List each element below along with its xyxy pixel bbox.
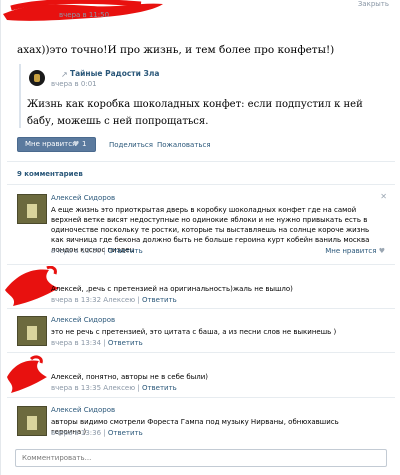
repost-avatar[interactable] bbox=[29, 70, 45, 86]
divider bbox=[7, 308, 395, 309]
reply-link[interactable]: Ответить bbox=[142, 384, 177, 392]
divider bbox=[7, 184, 395, 185]
comment-input[interactable]: Комментировать... bbox=[15, 449, 387, 467]
red-scribble-mark bbox=[7, 355, 47, 393]
reply-link[interactable]: Ответить bbox=[108, 339, 143, 347]
comment-meta: вчера в 13:36 | Ответить bbox=[51, 429, 143, 437]
post-header: вчера в 11:50 Закрыть bbox=[1, 0, 400, 24]
reply-link[interactable]: Ответить bbox=[108, 247, 143, 255]
report-link[interactable]: Пожаловаться bbox=[157, 141, 211, 149]
comment-meta: вчера в 13:32 Алексею | Ответить bbox=[51, 296, 177, 304]
close-icon[interactable]: ✕ bbox=[380, 192, 387, 201]
comment-meta: вчера в 13:34 | Ответить bbox=[51, 339, 143, 347]
divider bbox=[7, 161, 395, 162]
comment-author[interactable]: Алексей Сидоров bbox=[51, 194, 115, 202]
avatar[interactable] bbox=[17, 194, 47, 224]
repost-date[interactable]: вчера в 0:01 bbox=[51, 80, 97, 88]
comment-time[interactable]: вчера в 13:36 bbox=[51, 429, 101, 437]
divider bbox=[7, 264, 395, 265]
divider bbox=[7, 397, 395, 398]
comment-like-button[interactable]: Мне нравится ♥ bbox=[325, 247, 385, 255]
comment-time[interactable]: вчера в 13:34 bbox=[51, 339, 101, 347]
comment-text: это не речь с претензией, это цитата с б… bbox=[51, 328, 337, 336]
like-button[interactable]: Мне нравится ♥ 1 bbox=[17, 137, 96, 152]
heart-icon: ♥ bbox=[378, 247, 385, 255]
comment-author[interactable]: Алексей Сидоров bbox=[51, 406, 115, 414]
comment-time[interactable]: вчера в 13:30 bbox=[51, 247, 101, 255]
post-text: ахах))это точно!И про жизнь, и тем более… bbox=[17, 44, 335, 56]
comment-like-label: Мне нравится bbox=[325, 247, 377, 255]
repost-share-icon: ↗ bbox=[61, 70, 68, 79]
like-count: 1 bbox=[82, 140, 87, 148]
comment-text: Алексей, ,речь с претензией на оригиналь… bbox=[51, 285, 293, 293]
comment-input-placeholder: Комментировать... bbox=[22, 454, 92, 462]
avatar[interactable] bbox=[17, 406, 47, 436]
post-frame: вчера в 11:50 Закрыть ахах))это точно!И … bbox=[0, 0, 400, 475]
reply-link[interactable]: Ответить bbox=[108, 429, 143, 437]
divider bbox=[7, 352, 395, 353]
comment-meta: вчера в 13:30 | Ответить bbox=[51, 247, 143, 255]
comments-count[interactable]: 9 комментариев bbox=[17, 170, 83, 178]
repost-author[interactable]: Тайные Радости Зла bbox=[70, 69, 159, 78]
repost-block: ↗ Тайные Радости Зла вчера в 0:01 Жизнь … bbox=[19, 64, 389, 128]
comment-time[interactable]: вчера в 13:35 Алексею bbox=[51, 384, 135, 392]
share-link[interactable]: Поделиться bbox=[109, 141, 153, 149]
comment-time[interactable]: вчера в 13:32 Алексею bbox=[51, 296, 135, 304]
comment-author[interactable]: Алексей Сидоров bbox=[51, 316, 115, 324]
comment-meta: вчера в 13:35 Алексею | Ответить bbox=[51, 384, 177, 392]
comment-text: Алексей, понятно, авторы не в себе были) bbox=[51, 373, 209, 381]
reply-link[interactable]: Ответить bbox=[142, 296, 177, 304]
post-date[interactable]: вчера в 11:50 bbox=[59, 11, 109, 19]
like-label: Мне нравится bbox=[25, 140, 77, 148]
heart-icon: ♥ bbox=[73, 140, 80, 148]
close-link[interactable]: Закрыть bbox=[358, 0, 389, 8]
avatar[interactable] bbox=[17, 316, 47, 346]
repost-text: Жизнь как коробка шоколадных конфет: есл… bbox=[27, 99, 363, 127]
